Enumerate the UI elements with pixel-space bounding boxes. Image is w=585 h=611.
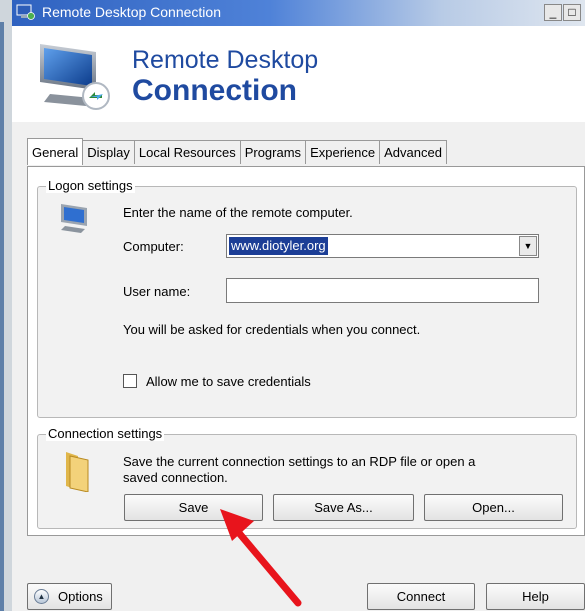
username-input[interactable] xyxy=(226,278,539,303)
username-label: User name: xyxy=(123,284,191,299)
folder-icon xyxy=(66,452,89,492)
save-credentials-label[interactable]: Allow me to save credentials xyxy=(146,374,311,389)
monitor-connection-icon xyxy=(40,44,110,110)
computer-icon xyxy=(61,204,87,233)
minimize-button[interactable]: _ xyxy=(544,4,562,21)
banner: Remote Desktop Connection xyxy=(12,26,585,122)
connection-description-line1: Save the current connection settings to … xyxy=(123,454,476,469)
app-icon xyxy=(16,4,35,20)
open-button[interactable]: Open... xyxy=(424,494,563,521)
computer-label: Computer: xyxy=(123,239,184,254)
options-label: Options xyxy=(58,589,103,604)
chevron-up-icon: ▲ xyxy=(34,589,49,604)
computer-combobox[interactable]: www.diotyler.org ▼ xyxy=(226,234,539,258)
desktop-edge xyxy=(0,0,12,611)
save-credentials-checkbox[interactable] xyxy=(123,374,137,388)
computer-value: www.diotyler.org xyxy=(229,237,328,255)
tab-display[interactable]: Display xyxy=(82,140,135,164)
connection-settings-legend: Connection settings xyxy=(46,426,165,441)
maximize-button[interactable]: □ xyxy=(563,4,581,21)
tab-general[interactable]: General xyxy=(27,138,84,165)
options-button[interactable]: ▲ Options xyxy=(27,583,112,610)
tab-strip: General Display Local Resources Programs… xyxy=(27,138,447,167)
tab-programs[interactable]: Programs xyxy=(239,140,307,164)
connection-description-line2: saved connection. xyxy=(123,470,228,485)
rdp-window: Remote Desktop Connection _ □ Remote Des… xyxy=(0,0,585,611)
banner-title-line2: Connection xyxy=(132,74,297,107)
credentials-note: You will be asked for credentials when y… xyxy=(123,322,421,337)
title-bar[interactable]: Remote Desktop Connection _ □ xyxy=(12,0,585,26)
tab-local-resources[interactable]: Local Resources xyxy=(133,140,241,164)
logon-settings-legend: Logon settings xyxy=(46,178,135,193)
annotation-arrow-icon xyxy=(220,509,302,607)
window-title: Remote Desktop Connection xyxy=(42,4,221,20)
logon-instruction: Enter the name of the remote computer. xyxy=(123,205,353,220)
banner-title-line1: Remote Desktop xyxy=(132,46,319,74)
chevron-down-icon[interactable]: ▼ xyxy=(519,236,537,256)
tab-experience[interactable]: Experience xyxy=(305,140,381,164)
connect-button[interactable]: Connect xyxy=(367,583,475,610)
tab-advanced[interactable]: Advanced xyxy=(379,140,447,164)
help-button[interactable]: Help xyxy=(486,583,585,610)
